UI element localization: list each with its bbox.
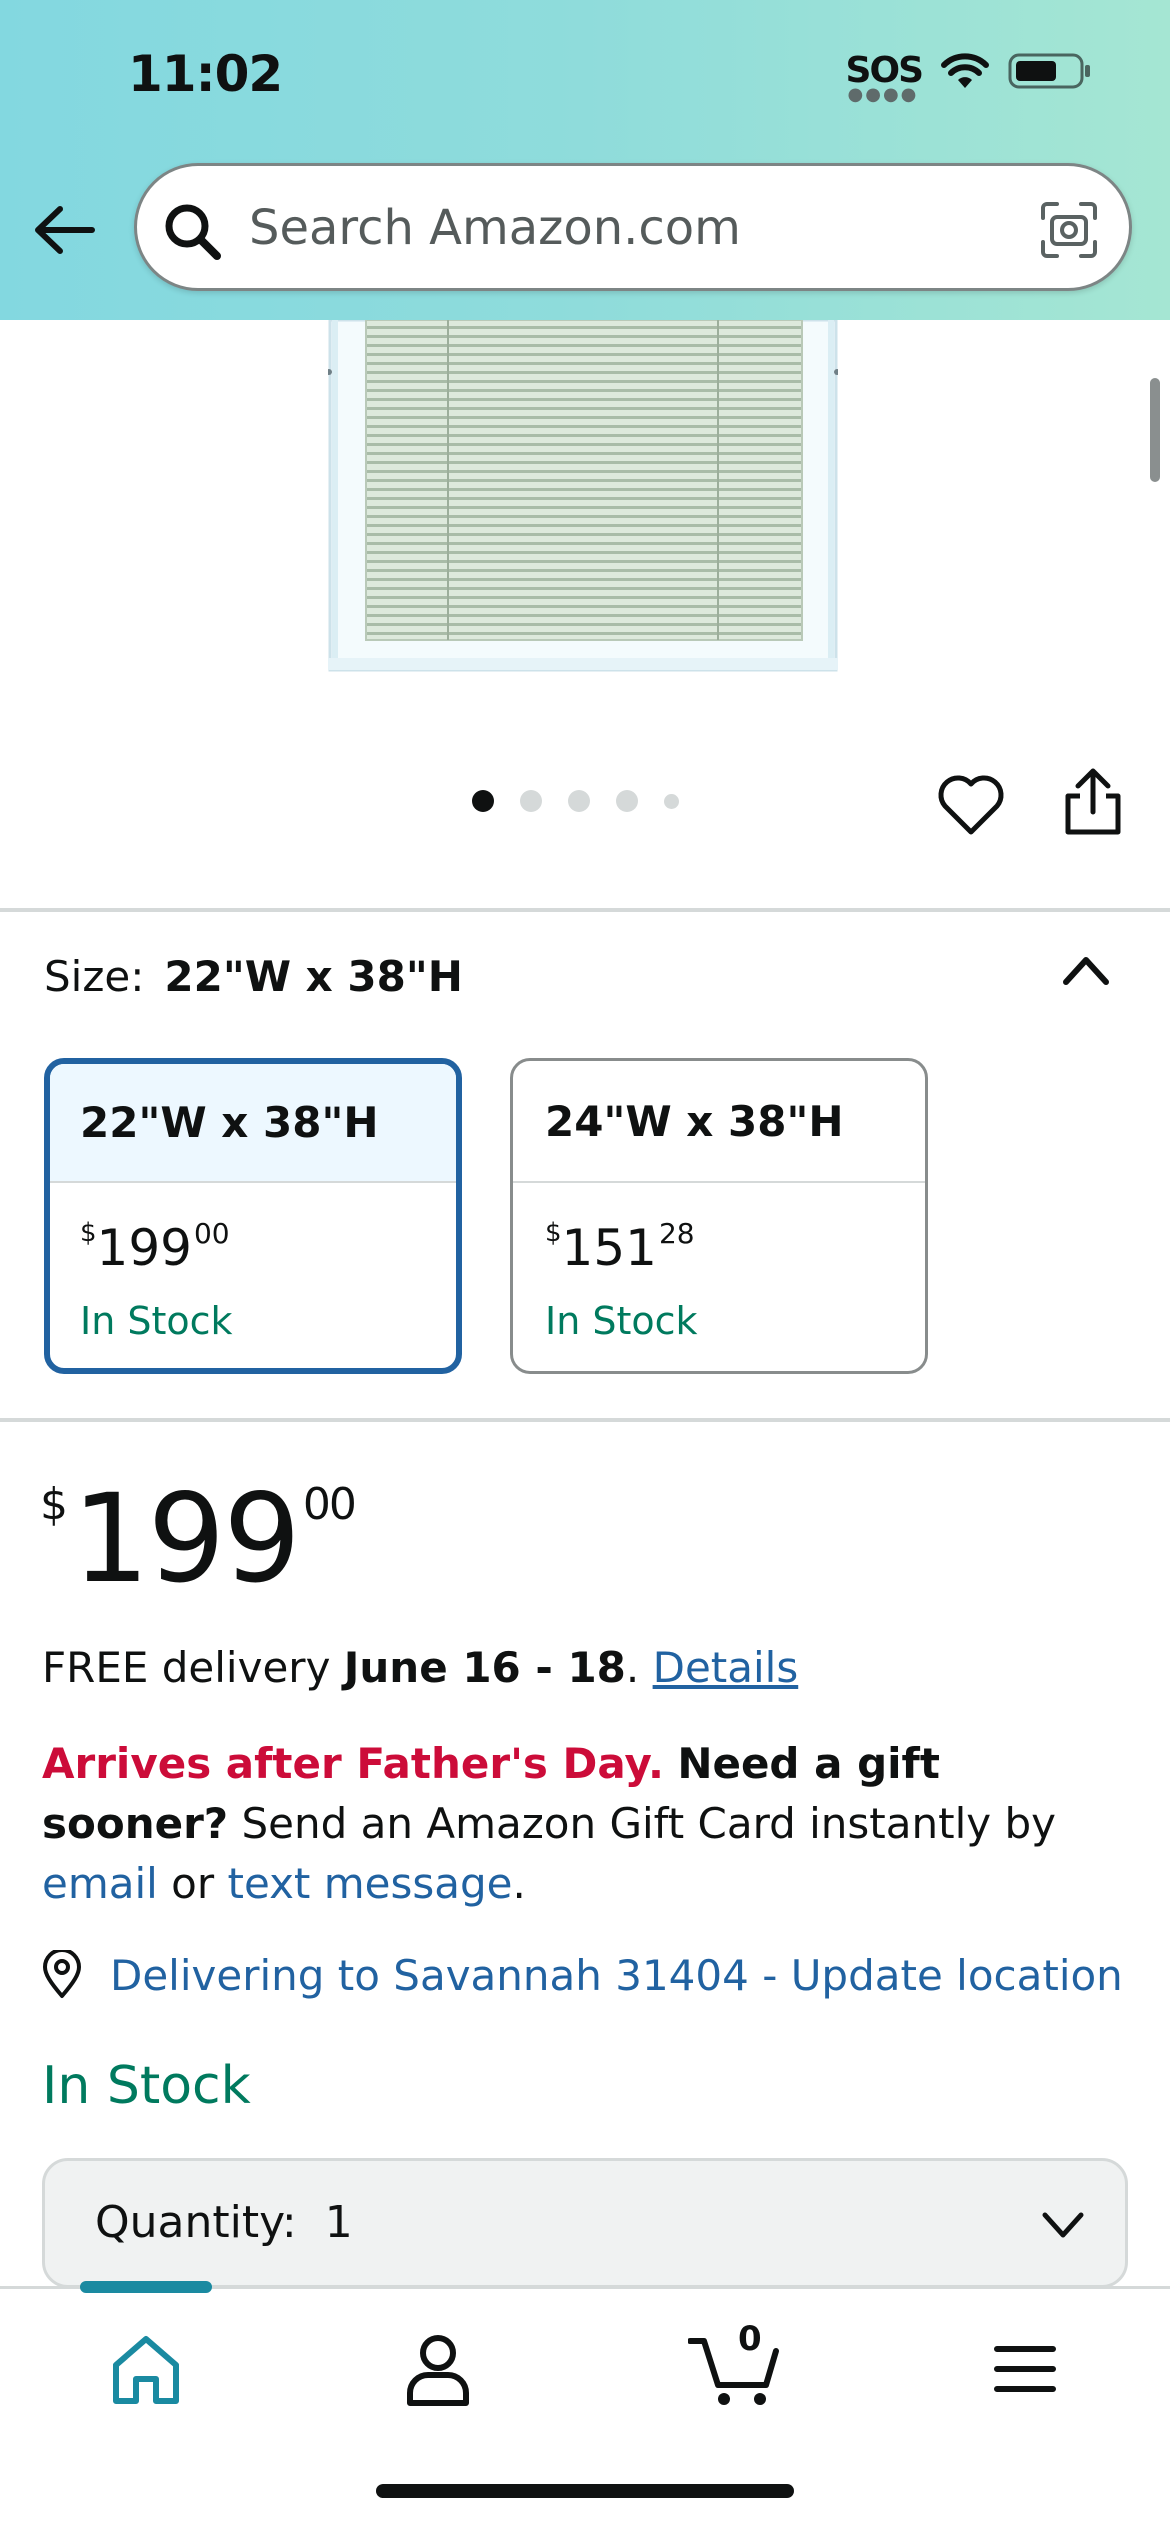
image-pagination-dots[interactable] bbox=[472, 790, 679, 812]
pagination-dot[interactable] bbox=[568, 790, 590, 812]
email-link[interactable]: email bbox=[42, 1859, 158, 1908]
size-selected-value: 22"W x 38"H bbox=[164, 952, 463, 1001]
gift-card-message: Arrives after Father's Day. Need a gift … bbox=[42, 1739, 1056, 1908]
sos-dots: ●●●● bbox=[847, 84, 919, 105]
back-arrow-icon[interactable] bbox=[30, 195, 100, 265]
delivery-location-link[interactable]: Delivering to Savannah 31404 - Update lo… bbox=[40, 1950, 1123, 2000]
size-option-price: $15128 bbox=[545, 1217, 695, 1277]
availability-status: In Stock bbox=[42, 2056, 251, 2116]
account-icon[interactable] bbox=[398, 2329, 478, 2409]
product-price: $19900 bbox=[40, 1468, 357, 1610]
size-option-price: $19900 bbox=[80, 1217, 230, 1277]
quantity-label: Quantity: bbox=[95, 2197, 297, 2248]
home-icon[interactable] bbox=[106, 2329, 186, 2409]
top-header: 11:02 SOS ●●●● bbox=[0, 0, 1170, 320]
size-option-22x38[interactable]: 22"W x 38"H $19900 In Stock bbox=[44, 1058, 462, 1374]
camera-search-icon[interactable] bbox=[1039, 200, 1099, 260]
menu-icon[interactable] bbox=[985, 2329, 1065, 2409]
status-icons: SOS ●●●● bbox=[845, 50, 1092, 105]
pagination-dot[interactable] bbox=[664, 793, 679, 809]
scrollbar-thumb[interactable] bbox=[1150, 378, 1160, 482]
size-option-stock: In Stock bbox=[545, 1299, 698, 1343]
section-divider bbox=[0, 1418, 1170, 1422]
cart-count-badge: 0 bbox=[738, 2319, 762, 2359]
size-option-24x38[interactable]: 24"W x 38"H $15128 In Stock bbox=[510, 1058, 928, 1374]
chevron-up-icon[interactable] bbox=[1060, 950, 1112, 990]
quantity-dropdown[interactable]: Quantity: 1 bbox=[42, 2158, 1128, 2288]
text-message-link[interactable]: text message bbox=[228, 1859, 513, 1908]
pagination-dot[interactable] bbox=[520, 790, 542, 812]
delivery-info: FREE delivery June 16 - 18. Details bbox=[42, 1643, 799, 1692]
cart-button[interactable]: 0 bbox=[687, 2319, 784, 2409]
nav-active-indicator bbox=[80, 2281, 212, 2293]
pagination-dot[interactable] bbox=[472, 790, 494, 812]
search-icon bbox=[165, 204, 221, 260]
battery-icon bbox=[1008, 53, 1090, 88]
size-option-stock: In Stock bbox=[80, 1299, 233, 1343]
product-image[interactable] bbox=[328, 320, 838, 672]
section-divider bbox=[0, 908, 1170, 912]
delivery-details-link[interactable]: Details bbox=[653, 1643, 799, 1692]
heart-icon[interactable] bbox=[935, 770, 1007, 842]
search-bar[interactable] bbox=[134, 163, 1132, 291]
size-option-name: 22"W x 38"H bbox=[50, 1064, 456, 1183]
quantity-value: 1 bbox=[324, 2197, 353, 2248]
sos-indicator: SOS ●●●● bbox=[845, 50, 924, 105]
pagination-dot[interactable] bbox=[616, 790, 638, 812]
wifi-icon bbox=[941, 52, 989, 88]
cart-icon bbox=[687, 2338, 779, 2405]
share-icon[interactable] bbox=[1058, 766, 1128, 838]
delivery-dates: June 16 - 18 bbox=[343, 1643, 626, 1692]
size-label: Size: 22"W x 38"H bbox=[44, 952, 463, 1001]
fathers-day-warning: Arrives after Father's Day. bbox=[42, 1739, 664, 1788]
search-input[interactable] bbox=[249, 186, 1009, 270]
size-option-name: 24"W x 38"H bbox=[513, 1061, 925, 1183]
chevron-down-icon bbox=[1042, 2212, 1084, 2238]
status-time: 11:02 bbox=[128, 45, 283, 103]
location-pin-icon bbox=[43, 1950, 81, 1998]
home-indicator[interactable] bbox=[376, 2484, 794, 2498]
